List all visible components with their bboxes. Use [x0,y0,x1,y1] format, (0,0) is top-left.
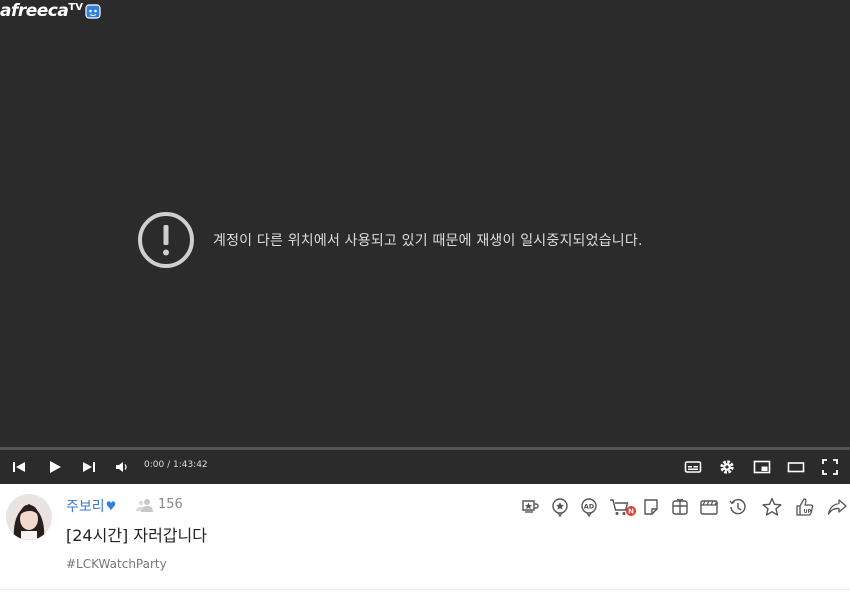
star-balloon-button[interactable] [519,496,541,518]
next-button[interactable] [80,458,98,476]
hashtag-link[interactable]: #LCKWatchParty [66,557,167,571]
stream-title: [24시간] 자러갑니다 [66,526,207,545]
fullscreen-button[interactable] [821,458,839,476]
ad-balloon-button[interactable]: AD [578,496,600,518]
alert-circle-icon [138,212,194,268]
divider [0,589,850,590]
clip-button[interactable] [698,496,720,518]
up-thumb-icon: UP [796,498,814,516]
share-button[interactable] [826,496,848,518]
quickview-icon [644,499,658,515]
action-toolbar: AD N UP [0,496,850,518]
play-button[interactable] [46,458,64,476]
shop-cart-icon: N [610,499,636,516]
theater-icon [787,462,805,473]
svg-text:AD: AD [584,503,595,511]
gift-button[interactable] [669,496,691,518]
subtitles-button[interactable] [684,458,702,476]
theater-mode-button[interactable] [787,458,805,476]
progress-bar[interactable] [0,447,850,450]
shop-cart-button[interactable]: N [609,496,637,518]
gift-icon [672,498,688,515]
favorite-star-icon [762,497,782,516]
fullscreen-icon [822,459,838,475]
logo-text: afreeca [0,1,69,21]
history-button[interactable] [727,496,749,518]
quickview-button[interactable] [640,496,662,518]
svg-text:UP: UP [804,509,812,515]
volume-icon [116,462,127,472]
previous-button[interactable] [10,458,28,476]
time-display: 0:00 / 1:43:42 [144,460,208,470]
ad-balloon-icon: AD [581,498,597,517]
svg-text:N: N [628,508,634,516]
sticker-button[interactable] [549,496,571,518]
star-balloon-icon [522,500,539,513]
subtitles-icon [684,461,702,473]
share-icon [827,499,847,515]
favorite-button[interactable] [761,496,783,518]
up-button[interactable]: UP [793,496,815,518]
history-icon [729,498,746,515]
miniplayer-icon [753,460,771,474]
video-player[interactable]: afreeca TV 계정이 다른 위치에서 사용되고 있기 때문에 재생이 일… [0,0,850,484]
skip-previous-icon [13,462,25,472]
settings-button[interactable] [718,458,736,476]
afreecatv-logo: afreeca TV [0,0,101,22]
volume-button[interactable] [113,458,131,476]
mascot-icon [85,4,101,19]
player-controls: 0:00 / 1:43:42 [0,452,850,482]
notice-message: 계정이 다른 위치에서 사용되고 있기 때문에 재생이 일시중지되었습니다. [213,233,643,249]
sticker-icon [552,498,568,517]
play-icon [50,461,61,473]
logo-tv: TV [68,1,83,13]
skip-next-icon [83,462,95,472]
miniplayer-button[interactable] [753,458,771,476]
stream-info: 주보리 ♥ 156 [24시간] 자러갑니다 #LCKWatchParty AD… [0,484,850,598]
gear-icon [720,460,734,474]
paused-notice: 계정이 다른 위치에서 사용되고 있기 때문에 재생이 일시중지되었습니다. [137,211,643,269]
clip-icon [700,500,718,515]
